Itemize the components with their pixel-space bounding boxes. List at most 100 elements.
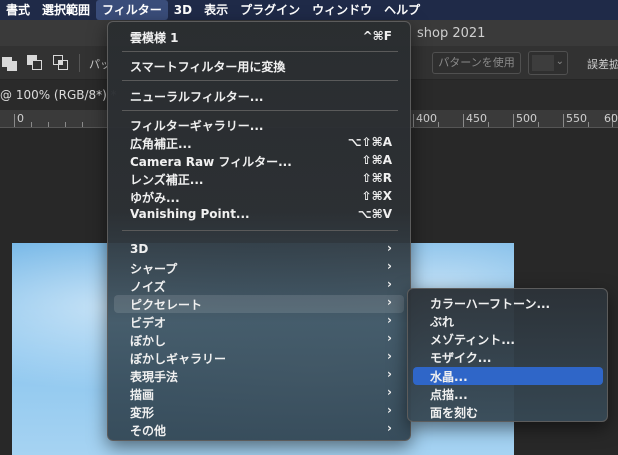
menu-item-3d[interactable]: 3D › xyxy=(114,241,404,259)
menu-item-filter-gallery[interactable]: フィルターギャラリー... xyxy=(114,116,404,134)
submenu-item-label: モザイク... xyxy=(430,351,492,365)
menu-item-shortcut: ⇧⌘R xyxy=(361,171,392,185)
menu-view[interactable]: 表示 xyxy=(198,0,234,20)
menu-window[interactable]: ウィンドウ xyxy=(306,0,378,20)
menu-item-other[interactable]: その他 › xyxy=(114,421,404,439)
menu-item-camera-raw[interactable]: Camera Raw フィルター... ⇧⌘A xyxy=(114,152,404,170)
submenu-item-mosaic[interactable]: モザイク... xyxy=(413,348,603,366)
subtract-selection-icon[interactable] xyxy=(27,55,43,71)
menu-select[interactable]: 選択範囲 xyxy=(36,0,96,20)
chevron-right-icon: › xyxy=(387,277,392,291)
submenu-item-label: ぶれ xyxy=(430,315,455,329)
chevron-right-icon: › xyxy=(387,313,392,327)
menu-item-video[interactable]: ビデオ › xyxy=(114,313,404,331)
menu-item-label: フィルターギャラリー... xyxy=(130,119,264,133)
menu-bar: 書式 選択範囲 フィルター 3D 表示 プラグイン ウィンドウ ヘルプ xyxy=(0,0,618,20)
chevron-down-icon: ⌄ xyxy=(555,56,564,67)
use-pattern-button[interactable]: パターンを使用 xyxy=(432,52,521,74)
menu-item-label: 3D xyxy=(130,242,149,256)
menu-item-noise[interactable]: ノイズ › xyxy=(114,277,404,295)
menu-item-adaptive-wide-angle[interactable]: 広角補正... ⌥⇧⌘A xyxy=(114,134,404,152)
menu-item-label: ニューラルフィルター... xyxy=(130,90,264,104)
chevron-right-icon: › xyxy=(387,403,392,417)
chevron-right-icon: › xyxy=(387,241,392,255)
menu-item-label: ぼかしギャラリー xyxy=(130,352,227,366)
menu-item-label: その他 xyxy=(130,424,167,438)
menu-item-lens-correction[interactable]: レンズ補正... ⇧⌘R xyxy=(114,170,404,188)
menu-help[interactable]: ヘルプ xyxy=(378,0,426,20)
menu-item-blur-gallery[interactable]: ぼかしギャラリー › xyxy=(114,349,404,367)
ruler-label: 500 xyxy=(516,112,537,125)
menu-item-label: ぼかし xyxy=(130,334,167,348)
menu-item-neural-filters[interactable]: ニューラルフィルター... xyxy=(114,87,404,105)
menu-item-label: レンズ補正... xyxy=(130,173,204,187)
chevron-right-icon: › xyxy=(387,295,392,309)
chevron-right-icon: › xyxy=(387,349,392,363)
menu-separator xyxy=(122,230,398,231)
menu-separator xyxy=(122,80,398,81)
menu-separator xyxy=(122,51,398,52)
ruler-label: 400 xyxy=(416,112,437,125)
submenu-item-label: 面を刻む xyxy=(430,406,479,420)
submenu-item-facet[interactable]: 面を刻む xyxy=(413,403,603,421)
menu-item-shortcut: ⇧⌘X xyxy=(361,189,392,203)
ruler-label: 0 xyxy=(17,112,24,125)
menu-separator xyxy=(122,110,398,111)
submenu-item-fragment[interactable]: ぶれ xyxy=(413,312,603,330)
submenu-item-crystallize[interactable]: 水晶... xyxy=(413,367,603,385)
intersect-selection-icon[interactable] xyxy=(53,55,69,71)
menu-item-blur[interactable]: ぼかし › xyxy=(114,331,404,349)
menu-item-label: Camera Raw フィルター... xyxy=(130,155,292,169)
ruler-tick xyxy=(513,114,514,127)
menu-item-label: 変形 xyxy=(130,406,155,420)
menu-item-label: ゆがみ... xyxy=(130,191,180,205)
menu-item-sharpen[interactable]: シャープ › xyxy=(114,259,404,277)
menu-item-shortcut: ^⌘F xyxy=(362,29,392,43)
ruler-tick xyxy=(563,114,564,127)
menu-item-label: 表現手法 xyxy=(130,370,179,384)
chevron-right-icon: › xyxy=(387,367,392,381)
document-tab[interactable]: @ 100% (RGB/8*) * xyxy=(0,88,117,102)
menu-filter[interactable]: フィルター xyxy=(96,0,168,20)
new-selection-icon[interactable] xyxy=(2,55,18,71)
submenu-item-color-halftone[interactable]: カラーハーフトーン... xyxy=(413,294,603,312)
submenu-item-mezzotint[interactable]: メゾティント... xyxy=(413,330,603,348)
pattern-picker[interactable]: ⌄ xyxy=(528,51,568,75)
submenu-item-pointillize[interactable]: 点描... xyxy=(413,385,603,403)
submenu-item-label: メゾティント... xyxy=(430,333,515,347)
toolbar-divider xyxy=(79,54,80,72)
chevron-right-icon: › xyxy=(387,385,392,399)
app-title: shop 2021 xyxy=(417,26,486,41)
menu-item-label: 描画 xyxy=(130,388,155,402)
menu-item-distort[interactable]: 変形 › xyxy=(114,403,404,421)
ruler-label: 550 xyxy=(566,112,587,125)
submenu-item-label: 点描... xyxy=(430,388,468,402)
menu-item-label: ビデオ xyxy=(130,316,167,330)
menu-item-shortcut: ⌥⇧⌘A xyxy=(347,135,392,149)
menu-plugins[interactable]: プラグイン xyxy=(234,0,306,20)
menu-item-clouds-last[interactable]: 雲模様 1 ^⌘F xyxy=(114,28,404,46)
menu-item-label: ノイズ xyxy=(130,280,166,294)
menu-item-label: 広角補正... xyxy=(130,137,192,151)
menu-item-shortcut: ⇧⌘A xyxy=(361,153,392,167)
menu-item-liquify[interactable]: ゆがみ... ⇧⌘X xyxy=(114,188,404,206)
menu-item-label: Vanishing Point... xyxy=(130,207,250,221)
ruler-tick xyxy=(14,114,15,127)
menu-item-label: スマートフィルター用に変換 xyxy=(130,60,286,74)
menu-item-label: ピクセレート xyxy=(130,298,203,312)
menu-item-shortcut: ⌥⌘V xyxy=(357,207,392,221)
ruler-tick xyxy=(413,114,414,127)
menu-item-stylize[interactable]: 表現手法 › xyxy=(114,367,404,385)
menu-item-render[interactable]: 描画 › xyxy=(114,385,404,403)
menu-item-vanishing-point[interactable]: Vanishing Point... ⌥⌘V xyxy=(114,206,404,224)
menu-3d[interactable]: 3D xyxy=(168,0,198,20)
menu-item-pixelate[interactable]: ピクセレート › xyxy=(114,295,404,313)
filter-menu: 雲模様 1 ^⌘F スマートフィルター用に変換 ニューラルフィルター... フィ… xyxy=(107,21,411,441)
chevron-right-icon: › xyxy=(387,259,392,273)
ruler-label: 600 xyxy=(604,112,618,125)
ruler-label: 450 xyxy=(466,112,487,125)
menu-format[interactable]: 書式 xyxy=(0,0,36,20)
ruler-tick xyxy=(463,114,464,127)
pattern-swatch xyxy=(532,55,554,71)
menu-item-convert-smart-filter[interactable]: スマートフィルター用に変換 xyxy=(114,57,404,75)
